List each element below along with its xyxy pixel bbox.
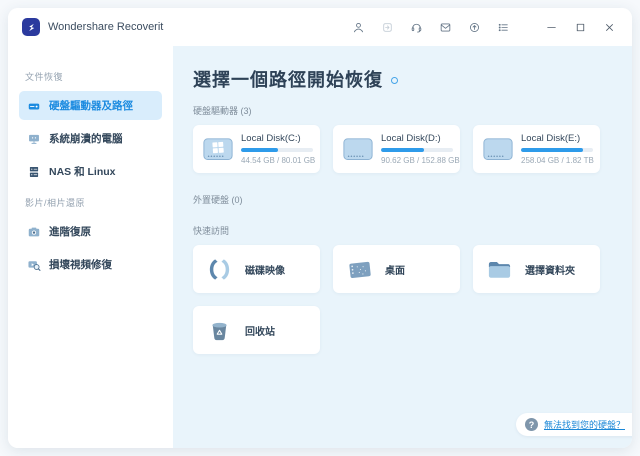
info-icon[interactable] (391, 77, 398, 84)
drive-name: Local Disk(C:) (241, 133, 312, 144)
drive-size: 44.54 GB / 80.01 GB (241, 156, 312, 165)
sidebar-item-label: 系統崩潰的電腦 (49, 131, 123, 146)
hard-drives-section-label: 硬盤驅動器 (3) (193, 104, 613, 117)
sign-in-icon[interactable] (380, 20, 394, 34)
drive-icon (342, 136, 374, 162)
page-title: 選擇一個路徑開始恢復 (193, 66, 383, 92)
user-account-icon[interactable] (351, 20, 365, 34)
drive-size: 90.62 GB / 152.88 GB (381, 156, 452, 165)
drive-name: Local Disk(E:) (521, 133, 592, 144)
drive-name: Local Disk(D:) (381, 133, 452, 144)
app-title: Wondershare Recoverit (48, 21, 163, 33)
sidebar-item-corrupted-video-repair[interactable]: 損壞視頻修復 (19, 250, 162, 279)
nas-server-icon (27, 165, 41, 179)
help-pill[interactable]: 無法找到您的硬盤？ (516, 413, 632, 436)
sidebar-section-file-recovery: 文件恢復 (25, 70, 156, 83)
sidebar-item-hard-drives-and-locations[interactable]: 硬盤驅動器及路徑 (19, 91, 162, 120)
close-button[interactable] (602, 20, 616, 34)
tile-label: 磁碟映像 (245, 262, 285, 277)
main-panel: 選擇一個路徑開始恢復 硬盤驅動器 (3) Local Disk(C:) 44.5… (173, 46, 632, 448)
recoverit-logo-icon (22, 18, 40, 36)
drive-usage-bar (521, 148, 593, 152)
support-headset-icon[interactable] (409, 20, 423, 34)
question-icon (525, 418, 538, 431)
folder-icon (486, 256, 513, 283)
quick-access-section-label: 快速訪問 (193, 224, 613, 237)
menu-list-icon[interactable] (496, 20, 510, 34)
app-window: Wondershare Recoverit (8, 8, 632, 448)
sidebar-section-video-photo-recovery: 影片/相片還原 (25, 196, 156, 209)
sidebar-item-label: NAS 和 Linux (49, 164, 116, 179)
recycle-bin-icon (206, 317, 233, 344)
tile-desktop[interactable]: 桌面 (333, 245, 460, 293)
camera-icon (27, 225, 41, 239)
tile-select-folder[interactable]: 選擇資料夾 (473, 245, 600, 293)
drive-card-c[interactable]: Local Disk(C:) 44.54 GB / 80.01 GB (193, 125, 320, 173)
drive-card-e[interactable]: Local Disk(E:) 258.04 GB / 1.82 TB (473, 125, 600, 173)
drive-usage-bar (381, 148, 453, 152)
drive-card-list: Local Disk(C:) 44.54 GB / 80.01 GB Local… (193, 125, 613, 173)
quick-access-list: 磁碟映像 桌面 選擇資料夾 (193, 245, 613, 354)
crashed-computer-icon (27, 132, 41, 146)
tile-recycle-bin[interactable]: 回收站 (193, 306, 320, 354)
minimize-button[interactable] (544, 20, 558, 34)
maximize-button[interactable] (573, 20, 587, 34)
desktop-icon (346, 256, 373, 283)
tile-label: 回收站 (245, 323, 275, 338)
update-icon[interactable] (467, 20, 481, 34)
sidebar-item-nas-linux[interactable]: NAS 和 Linux (19, 157, 162, 186)
drive-card-d[interactable]: Local Disk(D:) 90.62 GB / 152.88 GB (333, 125, 460, 173)
cant-find-drive-link[interactable]: 無法找到您的硬盤？ (544, 418, 625, 431)
titlebar: Wondershare Recoverit (8, 8, 632, 46)
drive-usage-bar (241, 148, 313, 152)
sidebar-item-label: 進階復原 (49, 224, 91, 239)
sidebar-item-label: 硬盤驅動器及路徑 (49, 98, 133, 113)
drive-icon (482, 136, 514, 162)
video-repair-icon (27, 258, 41, 272)
sidebar: 文件恢復 硬盤驅動器及路徑 系統崩潰的電腦 NAS 和 Linux 影片/相片還… (8, 46, 173, 448)
drive-size: 258.04 GB / 1.82 TB (521, 156, 592, 165)
hard-drive-icon (27, 99, 41, 113)
sidebar-item-label: 損壞視頻修復 (49, 257, 112, 272)
sidebar-item-enhanced-recovery[interactable]: 進階復原 (19, 217, 162, 246)
tile-label: 選擇資料夾 (525, 262, 575, 277)
tile-label: 桌面 (385, 262, 405, 277)
sidebar-item-crashed-computer[interactable]: 系統崩潰的電腦 (19, 124, 162, 153)
tile-disk-image[interactable]: 磁碟映像 (193, 245, 320, 293)
system-drive-icon (202, 136, 234, 162)
disk-image-icon (206, 256, 233, 283)
external-drives-section-label: 外置硬盤 (0) (193, 193, 613, 206)
feedback-mail-icon[interactable] (438, 20, 452, 34)
